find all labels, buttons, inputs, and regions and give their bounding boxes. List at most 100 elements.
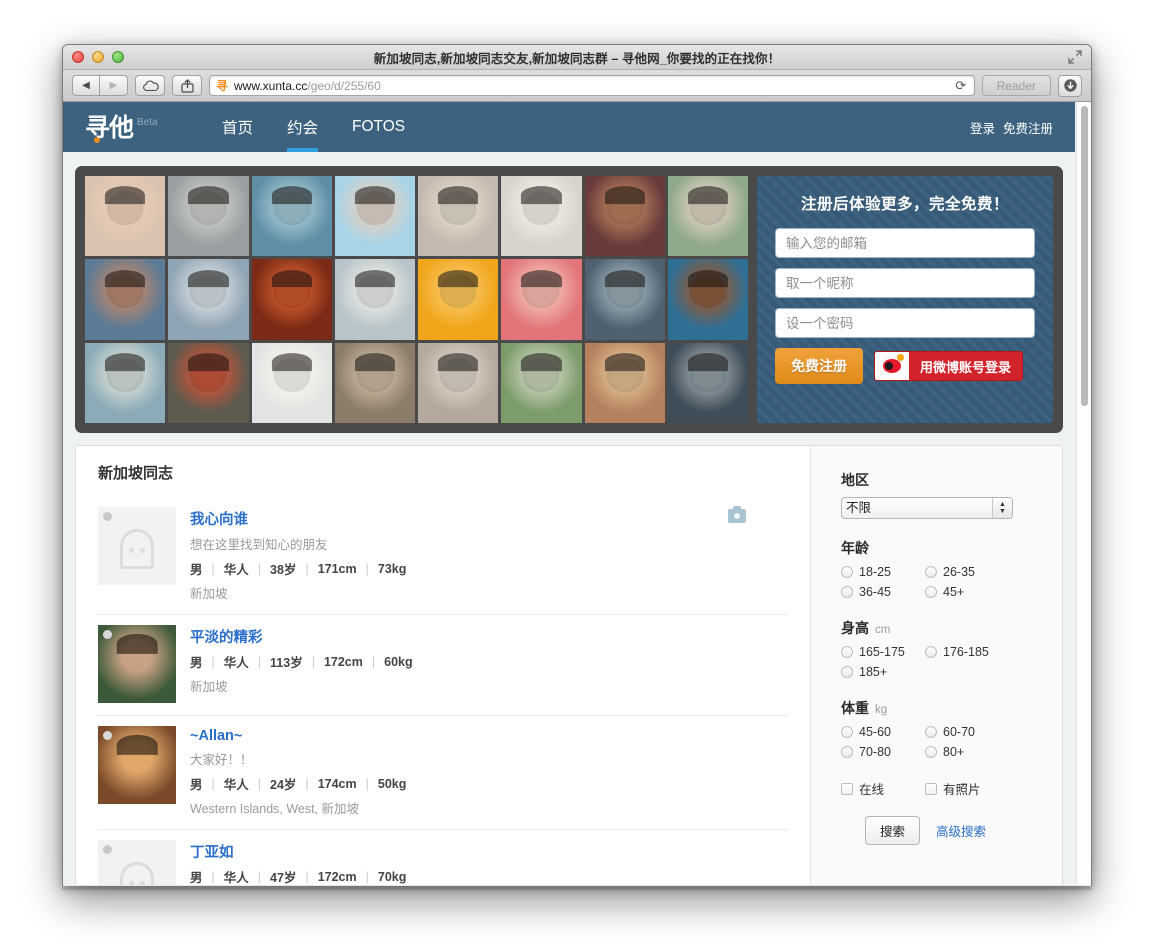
- member-photo-13[interactable]: [418, 259, 499, 340]
- zoom-button[interactable]: [112, 51, 124, 63]
- member-photo-12[interactable]: [334, 259, 415, 340]
- member-photo-8[interactable]: [667, 176, 748, 257]
- age-option-18-25[interactable]: 18-25: [841, 565, 925, 579]
- member-photo-10[interactable]: [168, 259, 249, 340]
- member-photo-9[interactable]: [85, 259, 166, 340]
- avatar[interactable]: [98, 840, 176, 885]
- back-button[interactable]: ◀: [72, 75, 100, 96]
- result-info: 我心向谁 想在这里找到知心的朋友男 | 华人 | 38岁 | 171cm | 73kg 新加坡: [190, 507, 788, 602]
- minimize-button[interactable]: [92, 51, 104, 63]
- region-select-wrap: 不限 ▲ ▼: [841, 497, 1013, 519]
- weight-radio-60-70[interactable]: [925, 726, 937, 738]
- member-photo-4[interactable]: [334, 176, 415, 257]
- nickname-field[interactable]: [775, 268, 1035, 298]
- weight-radio-70-80[interactable]: [841, 746, 853, 758]
- weibo-login-button[interactable]: 用微博账号登录: [874, 351, 1024, 381]
- result-row[interactable]: 平淡的精彩男 | 华人 | 113岁 | 172cm | 60kg 新加坡: [98, 615, 788, 716]
- member-photo-24[interactable]: [667, 342, 748, 423]
- height-option-165-175[interactable]: 165-175: [841, 645, 925, 659]
- height-radio-176-185[interactable]: [925, 646, 937, 658]
- login-link[interactable]: 登录: [970, 118, 995, 137]
- height-option-176-185[interactable]: 176-185: [925, 645, 1042, 659]
- checkbox-has-photo-box[interactable]: [925, 782, 937, 795]
- checkbox-online-box[interactable]: [841, 782, 853, 795]
- filter-sidebar: 地区 不限 ▲ ▼ 年龄 18-25 26-35 36-45 45+ 身高 cm…: [810, 446, 1062, 885]
- member-photo-5[interactable]: [418, 176, 499, 257]
- member-photo-23[interactable]: [584, 342, 665, 423]
- result-row[interactable]: 我心向谁 想在这里找到知心的朋友男 | 华人 | 38岁 | 171cm | 73kg 新加坡: [98, 497, 788, 615]
- result-stats: 男 | 华人 | 113岁 | 172cm | 60kg: [190, 652, 788, 671]
- filter-group-height: 身高 cm 165-175 176-185 185+: [841, 618, 1042, 679]
- checkbox-has-photo[interactable]: 有照片: [925, 779, 1042, 798]
- icloud-tabs-button[interactable]: [135, 75, 165, 96]
- member-photo-21[interactable]: [418, 342, 499, 423]
- member-photo-20[interactable]: [334, 342, 415, 423]
- member-photo-16[interactable]: [667, 259, 748, 340]
- nav-link-dating[interactable]: 约会: [270, 102, 335, 152]
- weight-option-45-60[interactable]: 45-60: [841, 725, 925, 739]
- nav-link-home[interactable]: 首页: [205, 102, 270, 152]
- member-photo-2[interactable]: [168, 176, 249, 257]
- member-photo-6[interactable]: [501, 176, 582, 257]
- result-name-link[interactable]: ~Allan~: [190, 728, 242, 744]
- height-radio-185+[interactable]: [841, 666, 853, 678]
- member-photo-11[interactable]: [251, 259, 332, 340]
- checkbox-online[interactable]: 在线: [841, 779, 925, 798]
- downloads-button[interactable]: [1058, 74, 1082, 97]
- result-name-link[interactable]: 丁亚如: [190, 841, 234, 862]
- height-radio-165-175[interactable]: [841, 646, 853, 658]
- page-scrollbar-thumb[interactable]: [1081, 106, 1088, 406]
- nav-link-fotos[interactable]: FOTOS: [335, 102, 422, 152]
- member-photo-1[interactable]: [85, 176, 166, 257]
- advanced-search-link[interactable]: 高级搜索: [936, 821, 986, 840]
- camera-icon[interactable]: [728, 506, 746, 523]
- weight-option-70-80[interactable]: 70-80: [841, 745, 925, 759]
- age-option-26-35[interactable]: 26-35: [925, 565, 1042, 579]
- result-name-link[interactable]: 平淡的精彩: [190, 626, 263, 647]
- placeholder-avatar-icon: [120, 529, 154, 570]
- forward-button[interactable]: ▶: [100, 75, 128, 96]
- window-bottom-edge: [62, 886, 1092, 890]
- age-option-45+[interactable]: 45+: [925, 585, 1042, 599]
- age-radio-26-35[interactable]: [925, 566, 937, 578]
- site-logo[interactable]: 寻他 Beta: [85, 115, 205, 143]
- result-name-link[interactable]: 我心向谁: [190, 508, 248, 529]
- reader-button[interactable]: Reader: [981, 75, 1051, 96]
- member-photo-14[interactable]: [501, 259, 582, 340]
- share-button[interactable]: [172, 75, 202, 96]
- member-photo-7[interactable]: [584, 176, 665, 257]
- member-photo-3[interactable]: [251, 176, 332, 257]
- close-button[interactable]: [72, 51, 84, 63]
- fullscreen-icon[interactable]: [1068, 50, 1082, 64]
- member-photo-22[interactable]: [501, 342, 582, 423]
- age-radio-18-25[interactable]: [841, 566, 853, 578]
- avatar[interactable]: [98, 625, 176, 703]
- avatar[interactable]: [98, 507, 176, 585]
- email-field[interactable]: [775, 228, 1035, 258]
- member-photo-15[interactable]: [584, 259, 665, 340]
- address-bar[interactable]: 寻 www.xunta.cc/geo/d/255/60 ⟳: [209, 75, 975, 96]
- member-photo-19[interactable]: [251, 342, 332, 423]
- member-photo-18[interactable]: [168, 342, 249, 423]
- search-button[interactable]: 搜索: [865, 816, 921, 845]
- password-field[interactable]: [775, 308, 1035, 338]
- register-link[interactable]: 免费注册: [1003, 118, 1053, 137]
- page-scrollbar[interactable]: [1076, 102, 1091, 885]
- height-option-185+[interactable]: 185+: [841, 665, 925, 679]
- region-select[interactable]: 不限: [841, 497, 1013, 519]
- result-row[interactable]: 丁亚如男 | 华人 | 47岁 | 172cm | 70kg: [98, 830, 788, 885]
- result-age: 24岁: [270, 778, 297, 792]
- weight-option-80+[interactable]: 80+: [925, 745, 1042, 759]
- age-radio-45+[interactable]: [925, 586, 937, 598]
- result-height: 174cm: [317, 776, 357, 791]
- age-option-36-45[interactable]: 36-45: [841, 585, 925, 599]
- age-radio-36-45[interactable]: [841, 586, 853, 598]
- free-register-button[interactable]: 免费注册: [775, 348, 863, 384]
- avatar[interactable]: [98, 726, 176, 804]
- member-photo-17[interactable]: [85, 342, 166, 423]
- weight-option-60-70[interactable]: 60-70: [925, 725, 1042, 739]
- result-row[interactable]: ~Allan~ 大家好！！ 男 | 华人 | 24岁 | 174cm | 50kg Western I…: [98, 716, 788, 830]
- reload-icon[interactable]: ⟳: [953, 78, 969, 94]
- weight-radio-80+[interactable]: [925, 746, 937, 758]
- weight-radio-45-60[interactable]: [841, 726, 853, 738]
